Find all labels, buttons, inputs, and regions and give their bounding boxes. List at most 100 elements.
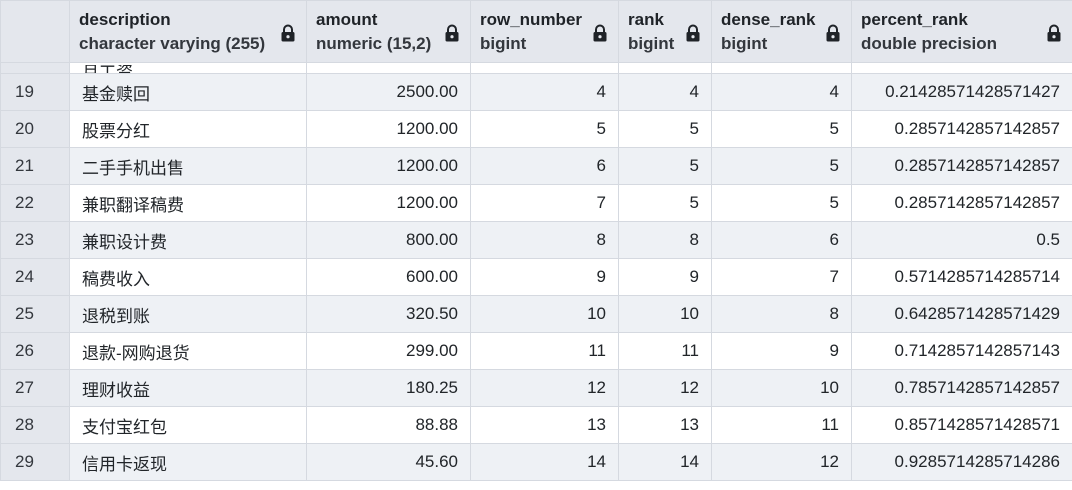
table-row[interactable]: 22 兼职翻译稿费 1200.00 7 5 5 0.2857142857142857 [0, 184, 1072, 222]
description-cell[interactable]: 兼职翻译稿费 [69, 184, 307, 222]
table-row[interactable]: 28 支付宝红包 88.88 13 13 11 0.8571428571428571 [0, 406, 1072, 444]
table-row[interactable]: 23 兼职设计费 800.00 8 8 6 0.5 [0, 221, 1072, 259]
percent-rank-cell[interactable]: 0.2857142857142857 [851, 110, 1072, 148]
row-number-cell[interactable]: 20 [0, 110, 70, 148]
description-cell[interactable]: 退款-网购退货 [69, 332, 307, 370]
description-cell[interactable]: 稿费收入 [69, 258, 307, 296]
amount-cell[interactable]: 600.00 [306, 258, 471, 296]
row-number-value-cell[interactable] [470, 62, 619, 74]
description-cell[interactable]: 二手手机出售 [69, 147, 307, 185]
description-cell[interactable]: 退税到账 [69, 295, 307, 333]
row-number-cell[interactable]: 22 [0, 184, 70, 222]
amount-cell[interactable]: 320.50 [306, 295, 471, 333]
description-cell[interactable]: 信用卡返现 [69, 443, 307, 481]
amount-cell[interactable]: 1200.00 [306, 184, 471, 222]
amount-cell[interactable]: 88.88 [306, 406, 471, 444]
percent-rank-cell[interactable]: 0.6428571428571429 [851, 295, 1072, 333]
dense-rank-cell[interactable]: 6 [711, 221, 852, 259]
row-number-cell[interactable]: 24 [0, 258, 70, 296]
dense-rank-cell[interactable]: 5 [711, 184, 852, 222]
rank-cell[interactable]: 12 [618, 369, 712, 407]
row-number-value-cell[interactable]: 10 [470, 295, 619, 333]
rank-cell[interactable]: 5 [618, 147, 712, 185]
rank-cell[interactable] [618, 62, 712, 74]
column-header-amount[interactable]: amount numeric (15,2) [306, 0, 471, 63]
row-number-value-cell[interactable]: 5 [470, 110, 619, 148]
percent-rank-cell[interactable]: 0.2857142857142857 [851, 184, 1072, 222]
row-number-value-cell[interactable]: 11 [470, 332, 619, 370]
description-cell[interactable]: 兼职设计费 [69, 221, 307, 259]
rank-cell[interactable]: 9 [618, 258, 712, 296]
rank-cell[interactable]: 13 [618, 406, 712, 444]
row-number-cell[interactable]: 29 [0, 443, 70, 481]
rank-cell[interactable]: 5 [618, 184, 712, 222]
row-number-header-corner[interactable] [0, 0, 70, 63]
table-row[interactable]: 24 稿费收入 600.00 9 9 7 0.5714285714285714 [0, 258, 1072, 296]
row-number-value-cell[interactable]: 4 [470, 73, 619, 111]
amount-cell[interactable]: 45.60 [306, 443, 471, 481]
dense-rank-cell[interactable]: 7 [711, 258, 852, 296]
amount-cell[interactable]: 2500.00 [306, 73, 471, 111]
dense-rank-cell[interactable]: 5 [711, 110, 852, 148]
rank-cell[interactable]: 5 [618, 110, 712, 148]
row-number-cell[interactable]: 21 [0, 147, 70, 185]
column-header-description[interactable]: description character varying (255) [69, 0, 307, 63]
amount-cell[interactable] [306, 62, 471, 74]
table-row-partial[interactable]: 月工资 [0, 62, 1072, 74]
dense-rank-cell[interactable]: 4 [711, 73, 852, 111]
rank-cell[interactable]: 10 [618, 295, 712, 333]
rank-cell[interactable]: 8 [618, 221, 712, 259]
row-number-value-cell[interactable]: 9 [470, 258, 619, 296]
percent-rank-cell[interactable]: 0.7142857142857143 [851, 332, 1072, 370]
table-row[interactable]: 20 股票分红 1200.00 5 5 5 0.2857142857142857 [0, 110, 1072, 148]
row-number-cell[interactable]: 25 [0, 295, 70, 333]
amount-cell[interactable]: 180.25 [306, 369, 471, 407]
row-number-value-cell[interactable]: 14 [470, 443, 619, 481]
row-number-value-cell[interactable]: 12 [470, 369, 619, 407]
amount-cell[interactable]: 299.00 [306, 332, 471, 370]
dense-rank-cell[interactable]: 12 [711, 443, 852, 481]
row-number-value-cell[interactable]: 13 [470, 406, 619, 444]
row-number-cell[interactable] [0, 62, 70, 74]
percent-rank-cell[interactable]: 0.8571428571428571 [851, 406, 1072, 444]
row-number-cell[interactable]: 27 [0, 369, 70, 407]
percent-rank-cell[interactable]: 0.2857142857142857 [851, 147, 1072, 185]
description-cell[interactable]: 支付宝红包 [69, 406, 307, 444]
description-cell[interactable]: 理财收益 [69, 369, 307, 407]
row-number-value-cell[interactable]: 6 [470, 147, 619, 185]
amount-cell[interactable]: 1200.00 [306, 147, 471, 185]
table-row[interactable]: 25 退税到账 320.50 10 10 8 0.6428571428571429 [0, 295, 1072, 333]
dense-rank-cell[interactable]: 5 [711, 147, 852, 185]
dense-rank-cell[interactable]: 8 [711, 295, 852, 333]
percent-rank-cell[interactable]: 0.5714285714285714 [851, 258, 1072, 296]
table-row[interactable]: 19 基金赎回 2500.00 4 4 4 0.21428571428571427 [0, 73, 1072, 111]
dense-rank-cell[interactable]: 9 [711, 332, 852, 370]
table-row[interactable]: 29 信用卡返现 45.60 14 14 12 0.9285714285714286 [0, 443, 1072, 481]
column-header-row-number[interactable]: row_number bigint [470, 0, 619, 63]
table-row[interactable]: 26 退款-网购退货 299.00 11 11 9 0.7142857142857143 [0, 332, 1072, 370]
description-cell[interactable]: 月工资 [69, 62, 307, 74]
percent-rank-cell[interactable]: 0.9285714285714286 [851, 443, 1072, 481]
description-cell[interactable]: 股票分红 [69, 110, 307, 148]
percent-rank-cell[interactable]: 0.21428571428571427 [851, 73, 1072, 111]
row-number-cell[interactable]: 28 [0, 406, 70, 444]
row-number-cell[interactable]: 23 [0, 221, 70, 259]
rank-cell[interactable]: 11 [618, 332, 712, 370]
percent-rank-cell[interactable] [851, 62, 1072, 74]
column-header-percent-rank[interactable]: percent_rank double precision [851, 0, 1072, 63]
description-cell[interactable]: 基金赎回 [69, 73, 307, 111]
amount-cell[interactable]: 1200.00 [306, 110, 471, 148]
amount-cell[interactable]: 800.00 [306, 221, 471, 259]
column-header-dense-rank[interactable]: dense_rank bigint [711, 0, 852, 63]
column-header-rank[interactable]: rank bigint [618, 0, 712, 63]
table-row[interactable]: 21 二手手机出售 1200.00 6 5 5 0.2857142857142857 [0, 147, 1072, 185]
row-number-value-cell[interactable]: 8 [470, 221, 619, 259]
dense-rank-cell[interactable]: 10 [711, 369, 852, 407]
rank-cell[interactable]: 4 [618, 73, 712, 111]
row-number-cell[interactable]: 26 [0, 332, 70, 370]
row-number-value-cell[interactable]: 7 [470, 184, 619, 222]
table-row[interactable]: 27 理财收益 180.25 12 12 10 0.7857142857142857 [0, 369, 1072, 407]
percent-rank-cell[interactable]: 0.5 [851, 221, 1072, 259]
dense-rank-cell[interactable]: 11 [711, 406, 852, 444]
rank-cell[interactable]: 14 [618, 443, 712, 481]
